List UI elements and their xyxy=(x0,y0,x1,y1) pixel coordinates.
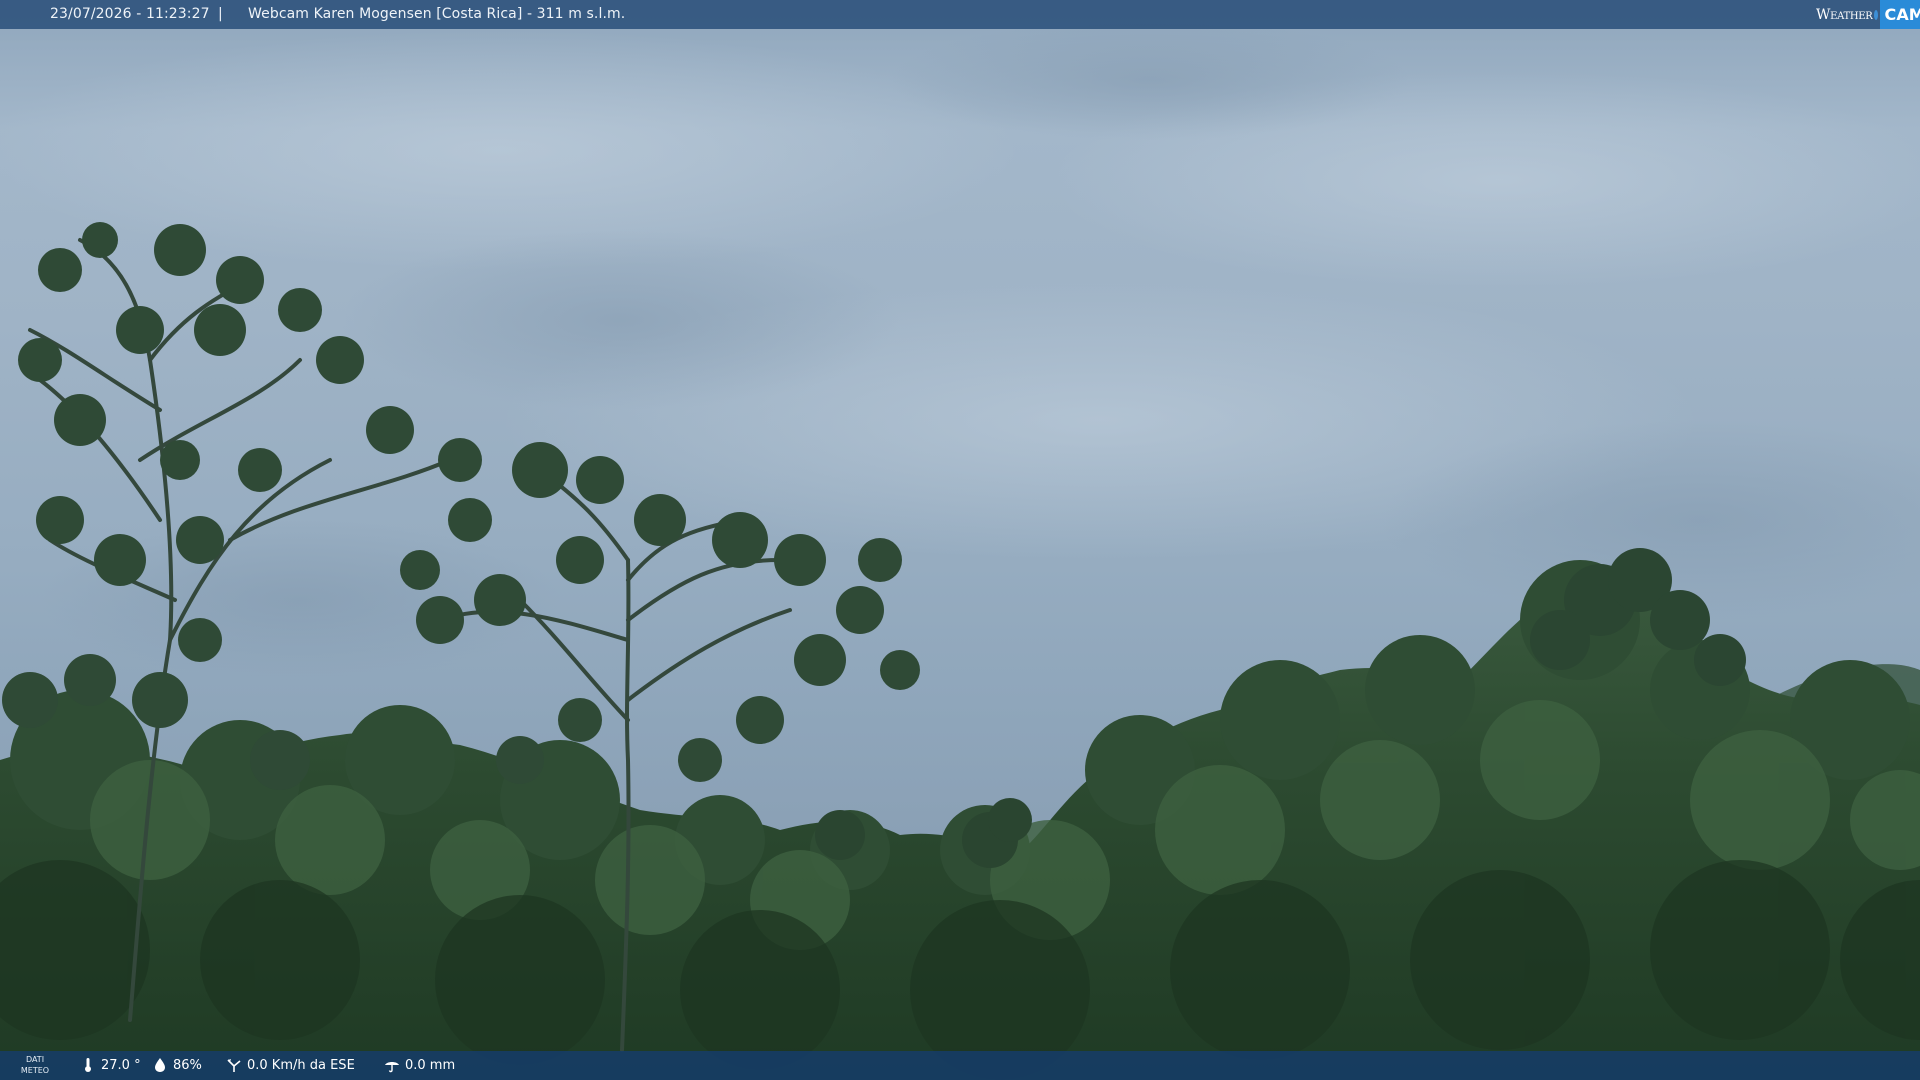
wind-icon xyxy=(226,1057,242,1073)
timestamp: 23/07/2026 - 11:23:27 xyxy=(50,6,210,22)
thermometer-icon xyxy=(80,1057,96,1073)
humidity-drop-icon xyxy=(152,1057,168,1073)
webcam-location-title: Webcam Karen Mogensen [Costa Rica] - 311… xyxy=(248,6,626,22)
logo-weather-text: Weather xyxy=(1816,6,1873,23)
humidity-value: 86% xyxy=(173,1057,202,1073)
logo-dot-icon xyxy=(1874,9,1879,20)
top-info-bar: 23/07/2026 - 11:23:27 | Webcam Karen Mog… xyxy=(0,0,1920,29)
rain-icon xyxy=(384,1057,400,1073)
landscape-scene xyxy=(0,20,1920,1080)
wind-reading: 0.0 Km/h da ESE xyxy=(226,1057,355,1073)
humidity-reading: 86% xyxy=(152,1057,202,1073)
temperature-reading: 27.0 ° xyxy=(80,1057,141,1073)
wind-value: 0.0 Km/h da ESE xyxy=(247,1057,355,1073)
logo-cam-text: CAM xyxy=(1880,0,1920,29)
weathercam-logo: Weather CAM xyxy=(1808,0,1920,29)
rain-reading: 0.0 mm xyxy=(384,1057,455,1073)
webcam-image: 23/07/2026 - 11:23:27 | Webcam Karen Mog… xyxy=(0,0,1920,1080)
weather-data-bar: DATI METEO 27.0 ° 86% 0.0 Km/h da ESE 0.… xyxy=(0,1051,1920,1080)
meteo-data-label: DATI METEO xyxy=(20,1055,50,1075)
rain-value: 0.0 mm xyxy=(405,1057,456,1073)
separator: | xyxy=(218,6,223,22)
temperature-value: 27.0 ° xyxy=(101,1057,141,1073)
